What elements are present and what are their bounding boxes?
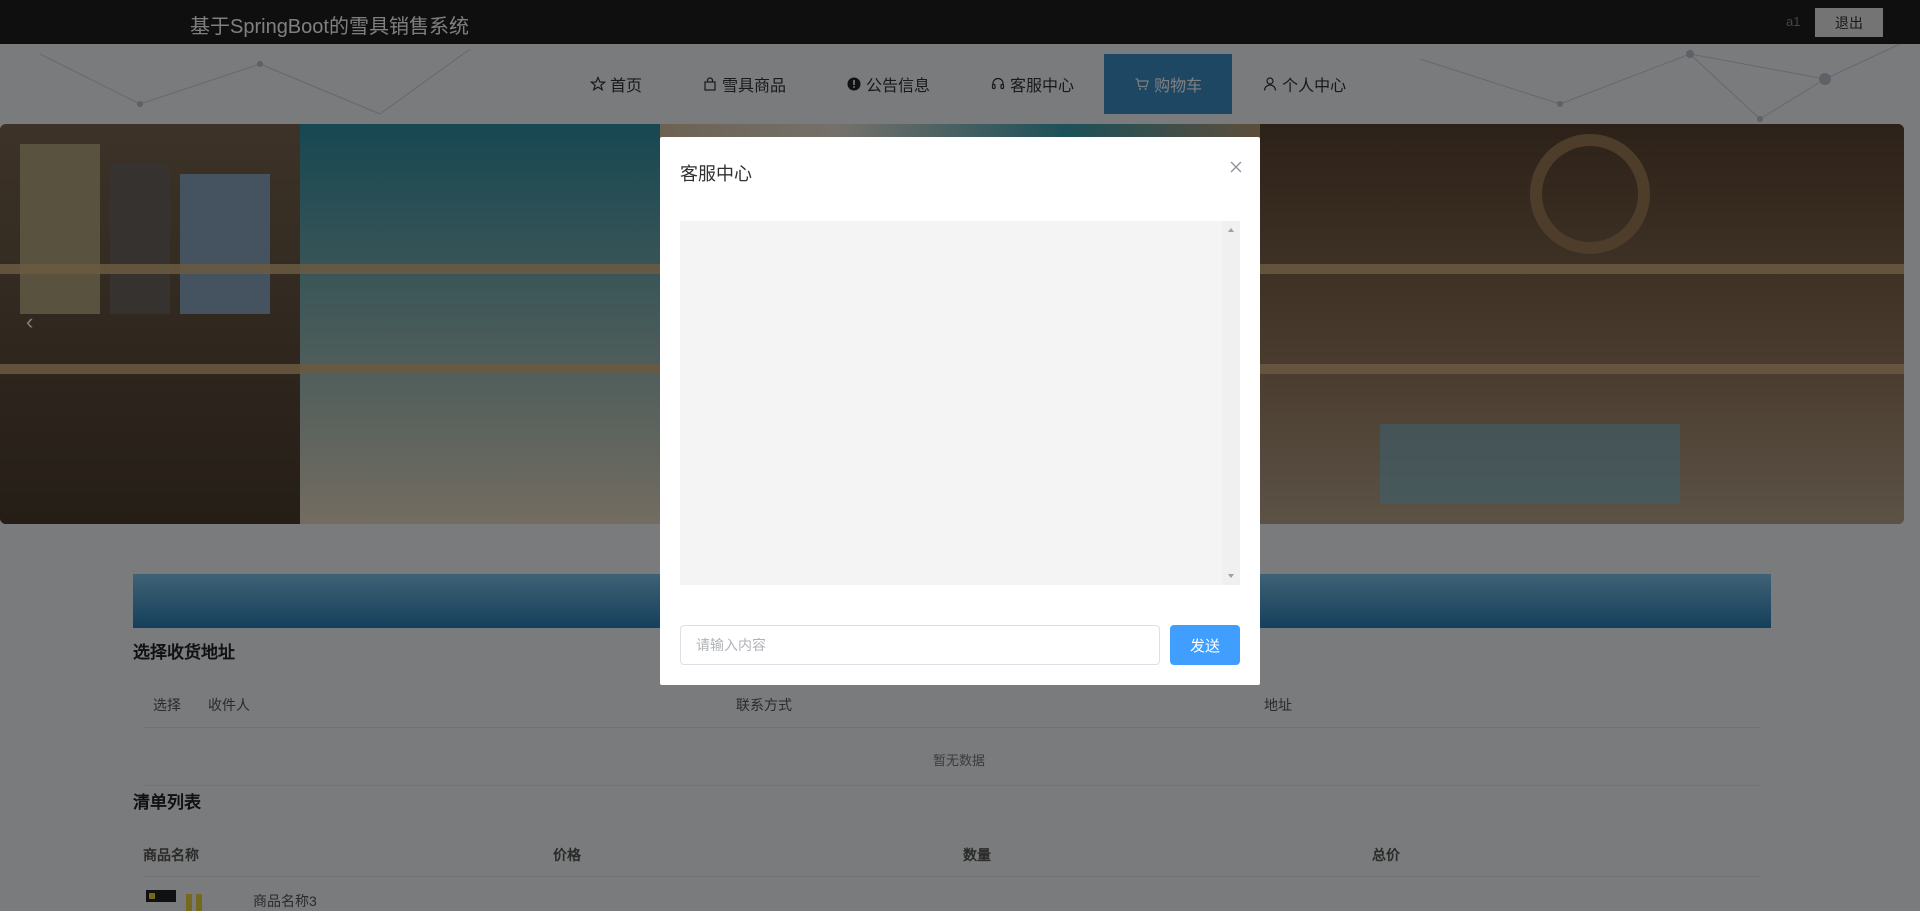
scroll-down-icon[interactable]	[1226, 571, 1236, 581]
scroll-up-icon[interactable]	[1226, 225, 1236, 235]
close-icon[interactable]	[1224, 155, 1248, 179]
chat-messages-area[interactable]	[680, 221, 1240, 585]
chat-scrollbar[interactable]	[1222, 221, 1240, 585]
send-button[interactable]: 发送	[1170, 625, 1240, 665]
customer-service-dialog: 客服中心 发送	[660, 137, 1260, 685]
message-input[interactable]	[680, 625, 1160, 665]
dialog-title: 客服中心	[680, 164, 752, 184]
